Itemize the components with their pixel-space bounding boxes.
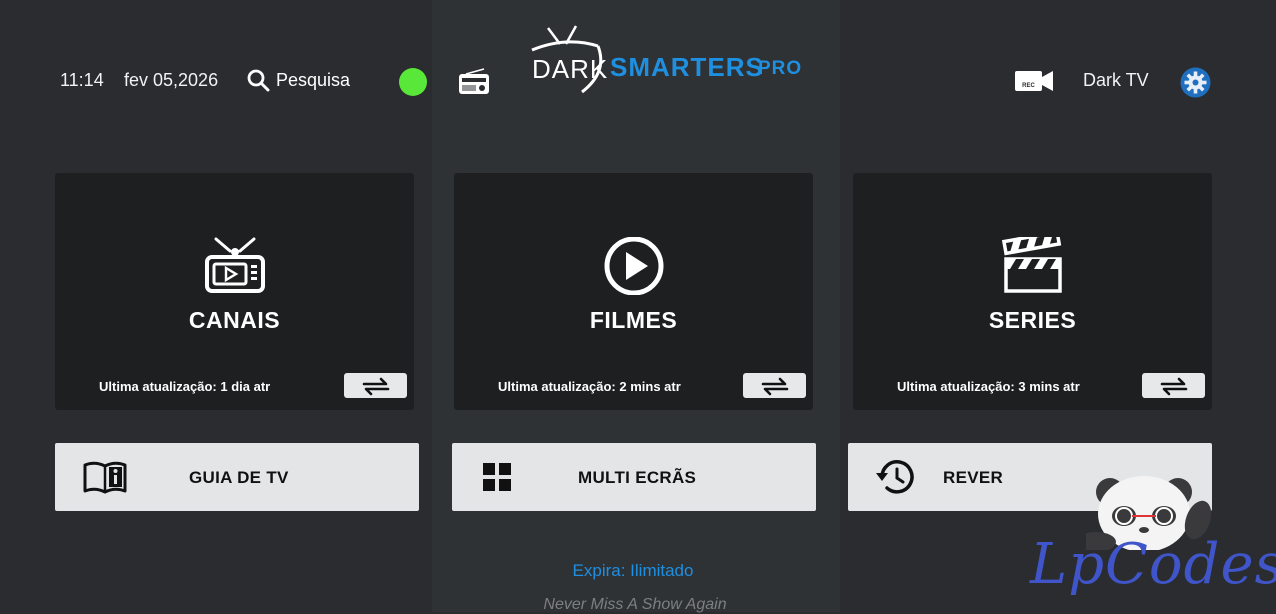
refresh-icon xyxy=(1160,377,1187,395)
logo-pro-text: PRO xyxy=(758,58,803,79)
connection-status-indicator xyxy=(399,68,427,96)
subscription-expiry: Expira: Ilimitado xyxy=(572,561,694,580)
tv-icon xyxy=(204,237,265,293)
search-icon xyxy=(247,69,270,92)
refresh-button[interactable] xyxy=(743,373,806,398)
tagline: Never Miss A Show Again xyxy=(543,596,727,613)
tile-label: MULTI ECRÃS xyxy=(578,468,697,487)
clapperboard-icon xyxy=(1001,237,1062,293)
rec-label: REC xyxy=(1022,83,1035,89)
refresh-button[interactable] xyxy=(344,373,407,398)
book-info-icon xyxy=(83,461,127,494)
radio-icon[interactable] xyxy=(458,68,490,96)
recording-icon[interactable]: REC xyxy=(1015,70,1053,92)
tile-label: GUIA DE TV xyxy=(189,468,289,487)
card-series[interactable]: SERIES Ultima atualização: 3 mins atr xyxy=(853,173,1212,410)
rever-button[interactable]: REVER xyxy=(848,443,1212,511)
profile-name[interactable]: Dark TV xyxy=(1083,70,1149,91)
play-icon xyxy=(604,237,663,295)
card-title: CANAIS xyxy=(188,307,281,333)
card-title: FILMES xyxy=(589,307,678,333)
settings-gear-icon[interactable] xyxy=(1180,67,1211,98)
refresh-icon xyxy=(362,377,389,395)
card-canais[interactable]: CANAIS Ultima atualização: 1 dia atr xyxy=(55,173,414,410)
multi-ecras-button[interactable]: MULTI ECRÃS xyxy=(452,443,816,511)
search-label: Pesquisa xyxy=(276,69,351,90)
last-update-text: Ultima atualização: 1 dia atr xyxy=(99,379,271,394)
app-logo: DARK SMARTERS PRO xyxy=(526,22,806,98)
refresh-button[interactable] xyxy=(1142,373,1205,398)
guia-de-tv-button[interactable]: GUIA DE TV xyxy=(55,443,419,511)
grid-icon xyxy=(483,463,511,491)
history-icon xyxy=(876,460,914,494)
clock-time: 11:14 xyxy=(60,70,104,90)
last-update-text: Ultima atualização: 2 mins atr xyxy=(498,379,681,394)
last-update-text: Ultima atualização: 3 mins atr xyxy=(897,379,1080,394)
clock-date: fev 05,2026 xyxy=(124,70,219,90)
logo-smarters-text: SMARTERS xyxy=(610,52,764,82)
tile-label: REVER xyxy=(943,468,1004,487)
card-filmes[interactable]: FILMES Ultima atualização: 2 mins atr xyxy=(454,173,813,410)
logo-dark-text: DARK xyxy=(532,54,609,84)
card-title: SERIES xyxy=(988,307,1077,333)
search-button[interactable]: Pesquisa xyxy=(246,68,350,92)
refresh-icon xyxy=(761,377,788,395)
